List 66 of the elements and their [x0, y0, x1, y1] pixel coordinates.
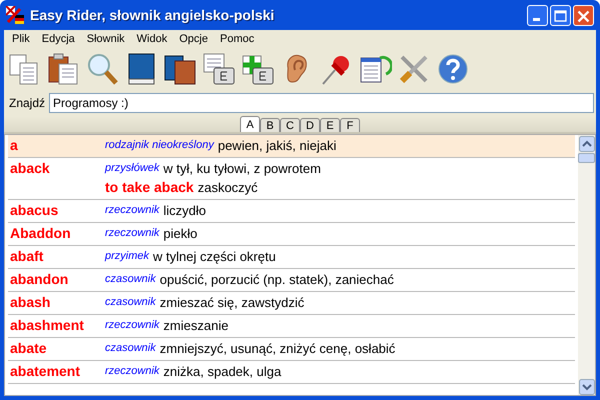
scroll-down-button[interactable]	[578, 379, 594, 395]
letter-tab[interactable]: A	[240, 116, 260, 132]
minimize-icon	[533, 18, 540, 20]
headword: Abaddon	[10, 226, 72, 241]
part-of-speech: przyimek	[105, 249, 150, 264]
entry-row[interactable]: abash czasownik zmieszać się, zawstydzić	[8, 292, 575, 315]
window-title: Easy Rider, słownik angielsko-polski	[30, 7, 276, 23]
meaning: zniżka, spadek, ulga	[163, 364, 282, 379]
entry-row[interactable]: Abaddon rzeczownik piekło	[8, 223, 575, 246]
headword: abate	[10, 341, 48, 356]
entry-row[interactable]: abatement rzeczownik zniżka, spadek, ulga	[8, 361, 575, 384]
menu-item[interactable]: Opcje	[173, 33, 214, 45]
scroll-thumb[interactable]	[578, 153, 595, 163]
entry-row[interactable]: abashment rzeczownik zmieszanie	[8, 315, 575, 338]
minimize-button[interactable]	[527, 4, 548, 26]
menu-item[interactable]: Słownik	[80, 33, 131, 45]
headword: abash	[10, 295, 52, 310]
meaning: zmieszać się, zawstydzić	[160, 295, 304, 310]
meaning: opuścić, porzucić (np. statek), zaniechać	[160, 272, 394, 287]
menu-item[interactable]: Plik	[6, 33, 36, 45]
part-of-speech: rzeczownik	[105, 318, 160, 333]
entry-row[interactable]: abacus rzeczownik liczydło	[8, 200, 575, 223]
search-field[interactable]: Programosy :)	[49, 93, 594, 113]
search-label: Znajdź	[9, 96, 46, 110]
scroll-up-button[interactable]	[578, 136, 594, 152]
letter-tab[interactable]: B	[260, 118, 280, 132]
part-of-speech: rzeczownik	[105, 203, 160, 218]
letter-tab[interactable]: F	[340, 118, 360, 132]
entry-row[interactable]: abate czasownik zmniejszyć, usunąć, zniżyć cenę, osłabić	[8, 338, 575, 361]
headword: abashment	[10, 318, 85, 333]
headword: abandon	[10, 272, 70, 287]
meaning: zmniejszyć, usunąć, zniżyć cenę, osłabić	[160, 341, 396, 356]
part-of-speech: czasownik	[105, 341, 156, 356]
letter-tab[interactable]: C	[280, 118, 300, 132]
close-button[interactable]	[573, 4, 594, 26]
part-of-speech: rzeczownik	[105, 364, 160, 379]
menu-item[interactable]: Widok	[130, 33, 174, 45]
headword: a	[10, 138, 19, 153]
headword: aback	[10, 161, 51, 178]
headword: abaft	[10, 249, 44, 264]
meaning: liczydło	[163, 203, 206, 218]
part-of-speech: rzeczownik	[105, 226, 160, 241]
meaning: zmieszanie	[163, 318, 228, 333]
meaning: zaskoczyć	[198, 180, 258, 195]
entry-row[interactable]: a rodzajnik nieokreślony pewien, jakiś, niejaki	[8, 135, 575, 158]
part-of-speech: czasownik	[105, 295, 156, 310]
part-of-speech: rodzajnik nieokreślony	[105, 138, 214, 153]
headword: abatement	[10, 364, 82, 379]
meaning: pewien, jakiś, niejaki	[218, 138, 336, 153]
maximize-button[interactable]	[550, 4, 571, 26]
part-of-speech: przysłówek	[105, 161, 160, 176]
meaning: w tył, ku tyłowi, z powrotem	[163, 161, 321, 176]
flag-icon	[6, 6, 24, 24]
menu-item[interactable]: Pomoc	[214, 33, 260, 45]
part-of-speech: czasownik	[105, 272, 156, 287]
scrollbar[interactable]	[578, 135, 595, 395]
entry-row[interactable]: abandon czasownik opuścić, porzucić (np. statek), zaniechać	[8, 269, 575, 292]
entry-row[interactable]: abaft przyimek w tylnej części okrętu	[8, 246, 575, 269]
letter-tab[interactable]: D	[300, 118, 320, 132]
meaning: w tylnej części okrętu	[153, 249, 276, 264]
headword: abacus	[10, 203, 60, 218]
document-key-icon[interactable]	[201, 51, 237, 87]
phrase: to take aback	[105, 180, 194, 195]
meaning: piekło	[163, 226, 198, 241]
menu-item[interactable]: Edycja	[36, 33, 81, 45]
letter-tab[interactable]: E	[320, 118, 340, 132]
